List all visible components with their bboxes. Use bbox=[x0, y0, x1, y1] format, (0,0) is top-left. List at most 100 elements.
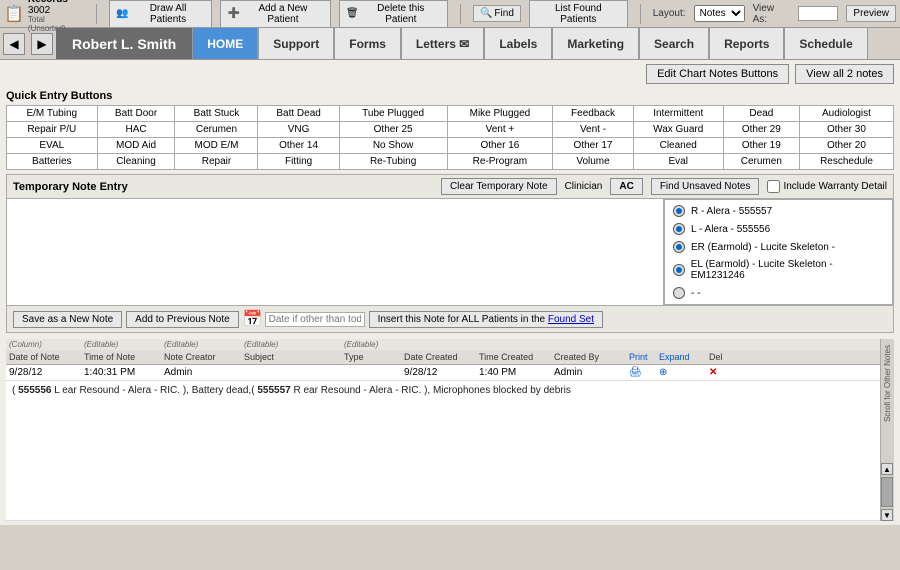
note-textarea[interactable] bbox=[11, 203, 659, 293]
quick-entry-cell[interactable]: Other 14 bbox=[258, 138, 339, 154]
view-as-input[interactable] bbox=[798, 6, 838, 21]
quick-entry-cell[interactable]: Cleaned bbox=[633, 138, 723, 154]
edit-chart-notes-button[interactable]: Edit Chart Notes Buttons bbox=[646, 64, 789, 84]
quick-entry-cell[interactable]: Vent + bbox=[447, 122, 553, 138]
tab-forms[interactable]: Forms bbox=[334, 28, 401, 59]
radio-circle bbox=[673, 205, 685, 217]
quick-entry-cell[interactable]: Mike Plugged bbox=[447, 106, 553, 122]
quick-entry-cell[interactable]: Eval bbox=[633, 154, 723, 170]
scroll-down-arrow[interactable]: ▼ bbox=[881, 509, 893, 521]
radio-circle bbox=[673, 287, 685, 299]
tab-home[interactable]: HOME bbox=[192, 28, 258, 59]
list-found-button[interactable]: List Found Patients bbox=[529, 0, 628, 28]
quick-entry-cell[interactable]: Re-Tubing bbox=[339, 154, 447, 170]
dropdown-item-label: EL (Earmold) - Lucite Skeleton - EM12312… bbox=[691, 259, 884, 281]
scroll-thumb[interactable] bbox=[881, 477, 893, 507]
quick-entry-cell[interactable]: Fitting bbox=[258, 154, 339, 170]
temp-note-footer: Save as a New Note Add to Previous Note … bbox=[7, 305, 893, 332]
divider2 bbox=[460, 4, 461, 24]
quick-entry-cell[interactable]: Batteries bbox=[7, 154, 98, 170]
add-icon: ➕ bbox=[227, 8, 239, 19]
quick-entry-cell[interactable]: Other 25 bbox=[339, 122, 447, 138]
quick-entry-cell[interactable]: Tube Plugged bbox=[339, 106, 447, 122]
quick-entry-cell[interactable]: Re-Program bbox=[447, 154, 553, 170]
quick-entry-cell[interactable]: Other 30 bbox=[799, 122, 893, 138]
dropdown-item[interactable]: R - Alera - 555557 bbox=[665, 202, 892, 220]
view-all-notes-button[interactable]: View all 2 notes bbox=[795, 64, 894, 84]
found-set-link[interactable]: Found Set bbox=[548, 314, 594, 325]
quick-entry-cell[interactable]: Other 19 bbox=[723, 138, 799, 154]
dropdown-panel: R - Alera - 555557 L - Alera - 555556 ER (… bbox=[663, 199, 893, 305]
quick-entry-cell[interactable]: Volume bbox=[553, 154, 633, 170]
prev-patient-button[interactable]: ◀ bbox=[3, 33, 25, 55]
quick-entry-cell[interactable]: Other 20 bbox=[799, 138, 893, 154]
layout-select[interactable]: Notes bbox=[694, 5, 745, 22]
quick-entry-cell[interactable]: MOD E/M bbox=[175, 138, 258, 154]
quick-entry-cell[interactable]: HAC bbox=[97, 122, 175, 138]
radio-circle bbox=[673, 223, 685, 235]
dropdown-item[interactable]: L - Alera - 555556 bbox=[665, 220, 892, 238]
quick-entry-cell[interactable]: Wax Guard bbox=[633, 122, 723, 138]
col-date-of-note: Date of Note bbox=[6, 350, 81, 364]
insert-note-button[interactable]: Insert this Note for ALL Patients in the… bbox=[369, 311, 603, 328]
quick-entry-cell[interactable]: Other 29 bbox=[723, 122, 799, 138]
tab-labels[interactable]: Labels bbox=[484, 28, 552, 59]
quick-entry-cell[interactable]: Feedback bbox=[553, 106, 633, 122]
quick-entry-cell[interactable]: Cleaning bbox=[97, 154, 175, 170]
warranty-checkbox[interactable] bbox=[767, 180, 780, 193]
clear-temp-note-button[interactable]: Clear Temporary Note bbox=[441, 178, 557, 195]
draw-all-button[interactable]: 👥 Draw All Patients bbox=[109, 0, 212, 28]
quick-entry-cell[interactable]: Dead bbox=[723, 106, 799, 122]
quick-entry-title: Quick Entry Buttons bbox=[6, 90, 894, 102]
divider3 bbox=[640, 4, 641, 24]
save-new-note-button[interactable]: Save as a New Note bbox=[13, 311, 122, 328]
delete-row-button[interactable]: ✕ bbox=[706, 365, 736, 380]
tab-marketing[interactable]: Marketing bbox=[552, 28, 639, 59]
print-button[interactable]: 🖨 bbox=[626, 365, 656, 380]
tab-search[interactable]: Search bbox=[639, 28, 709, 59]
expand-button[interactable]: ⊕ bbox=[656, 365, 706, 380]
quick-entry-cell[interactable]: Audiologist bbox=[799, 106, 893, 122]
quick-entry-cell[interactable]: Vent - bbox=[553, 122, 633, 138]
quick-entry-cell[interactable]: Cerumen bbox=[175, 122, 258, 138]
dropdown-item[interactable]: ER (Earmold) - Lucite Skeleton - bbox=[665, 238, 892, 256]
editability-row: (Column) (Editable) (Editable) (Editable… bbox=[6, 339, 880, 350]
tab-support[interactable]: Support bbox=[258, 28, 334, 59]
quick-entry-cell[interactable]: Batt Dead bbox=[258, 106, 339, 122]
add-new-button[interactable]: ➕ Add a New Patient bbox=[220, 0, 330, 28]
quick-entry-cell[interactable]: Other 16 bbox=[447, 138, 553, 154]
quick-entry-cell[interactable]: Other 17 bbox=[553, 138, 633, 154]
quick-entry-cell[interactable]: E/M Tubing bbox=[7, 106, 98, 122]
quick-entry-cell[interactable]: Cerumen bbox=[723, 154, 799, 170]
quick-entry-cell[interactable]: MOD Aid bbox=[97, 138, 175, 154]
next-patient-button[interactable]: ▶ bbox=[31, 33, 53, 55]
ac-button[interactable]: AC bbox=[610, 178, 642, 195]
quick-entry-cell[interactable]: Batt Door bbox=[97, 106, 175, 122]
tab-reports[interactable]: Reports bbox=[709, 28, 784, 59]
find-button[interactable]: 🔍 Find bbox=[473, 5, 521, 22]
records-icon: 📋 bbox=[4, 4, 24, 24]
quick-entry-cell[interactable]: Repair bbox=[175, 154, 258, 170]
scroll-up-arrow[interactable]: ▲ bbox=[881, 463, 893, 475]
clinician-label: Clinician bbox=[565, 181, 603, 192]
quick-entry-cell[interactable]: EVAL bbox=[7, 138, 98, 154]
quick-entry-cell[interactable]: Reschedule bbox=[799, 154, 893, 170]
date-other-input[interactable] bbox=[265, 312, 365, 327]
tab-letters[interactable]: Letters ✉ bbox=[401, 28, 484, 59]
quick-entry-cell[interactable]: Repair P/U bbox=[7, 122, 98, 138]
delete-patient-button[interactable]: 🗑 Delete this Patient bbox=[339, 0, 448, 28]
dropdown-item[interactable]: EL (Earmold) - Lucite Skeleton - EM12312… bbox=[665, 256, 892, 284]
quick-entry-cell[interactable]: No Show bbox=[339, 138, 447, 154]
find-unsaved-button[interactable]: Find Unsaved Notes bbox=[651, 178, 760, 195]
quick-entry-cell[interactable]: Intermittent bbox=[633, 106, 723, 122]
edit-col6 bbox=[401, 339, 476, 350]
dropdown-item-label: L - Alera - 555556 bbox=[691, 224, 770, 235]
dropdown-item[interactable]: - - bbox=[665, 284, 892, 302]
edit-col4: (Editable) bbox=[241, 339, 341, 350]
col-created-by: Created By bbox=[551, 350, 626, 364]
preview-button[interactable]: Preview bbox=[846, 5, 896, 22]
quick-entry-cell[interactable]: Batt Stuck bbox=[175, 106, 258, 122]
add-previous-note-button[interactable]: Add to Previous Note bbox=[126, 311, 239, 328]
quick-entry-cell[interactable]: VNG bbox=[258, 122, 339, 138]
tab-schedule[interactable]: Schedule bbox=[784, 28, 867, 59]
